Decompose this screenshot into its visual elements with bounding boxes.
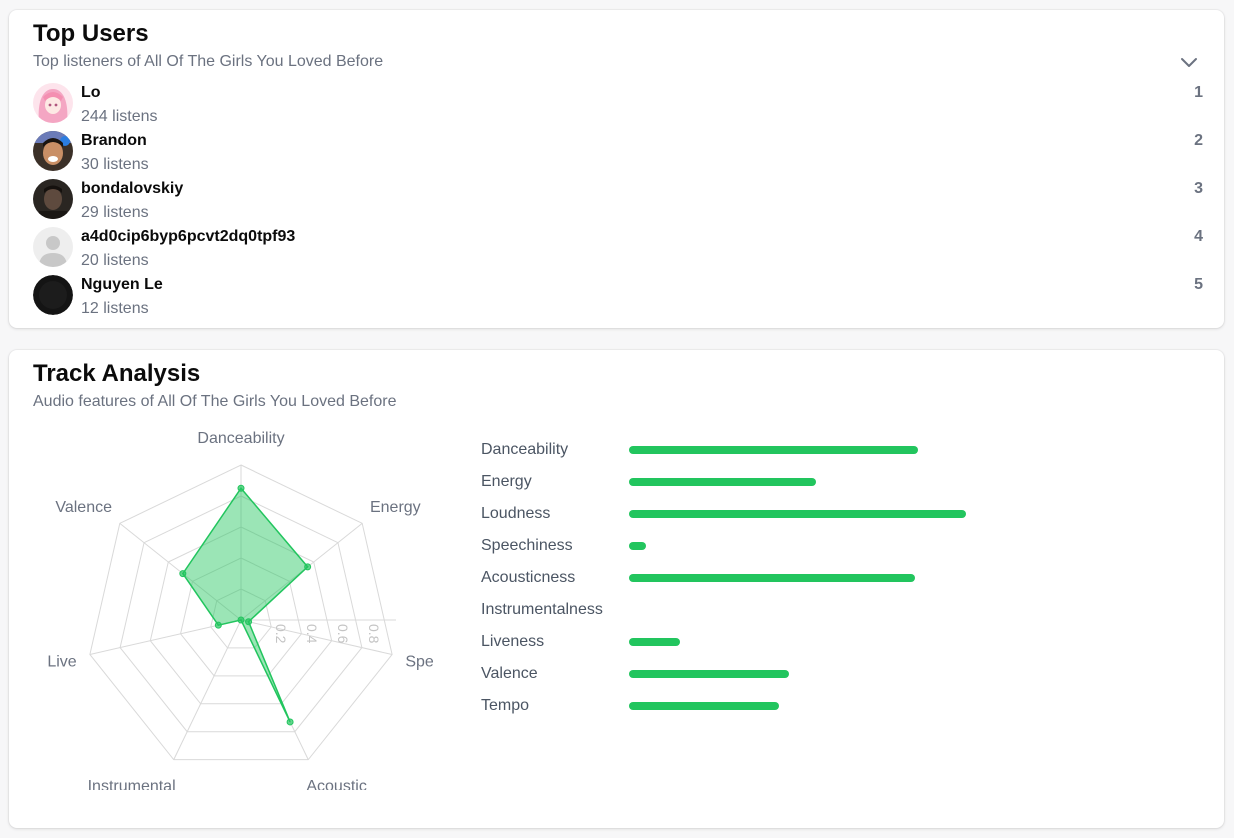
radar-data-point	[286, 718, 294, 726]
radar-data-point	[237, 616, 245, 624]
radar-tick-label: 0.4	[304, 624, 320, 644]
user-rank: 2	[1194, 132, 1203, 149]
track-analysis-title: Track Analysis	[33, 360, 201, 387]
photo-avatar[interactable]	[33, 179, 73, 219]
default-person-avatar[interactable]	[33, 227, 73, 267]
feature-bar-track	[629, 478, 969, 486]
top-users-card: Top Users Top listeners of All Of The Gi…	[9, 10, 1224, 328]
user-name[interactable]: Lo	[81, 83, 101, 103]
feature-bar-track	[629, 670, 969, 678]
feature-bar-track	[629, 542, 969, 550]
radar-data-point	[237, 484, 245, 492]
radar-tick-label: 0.6	[335, 624, 351, 644]
user-name[interactable]: bondalovskiy	[81, 179, 183, 199]
dark-avatar[interactable]	[33, 275, 73, 315]
feature-bar-fill	[629, 478, 816, 486]
user-listens: 20 listens	[81, 252, 149, 269]
feature-bar-label: Tempo	[481, 697, 530, 714]
track-analysis-subtitle: Audio features of All Of The Girls You L…	[33, 393, 397, 410]
feature-bar-fill	[629, 670, 789, 678]
photo-avatar[interactable]	[33, 131, 73, 171]
feature-bar-track	[629, 574, 969, 582]
user-row[interactable]: Brandon 30 listens 2	[33, 131, 1203, 177]
feature-bar-track	[629, 638, 969, 646]
radar-data-point	[214, 621, 222, 629]
user-row[interactable]: Lo 244 listens 1	[33, 83, 1203, 129]
radar-tick-label: 0.8	[366, 624, 382, 644]
feature-bar-label: Speechiness	[481, 537, 573, 554]
feature-bar-label: Liveness	[481, 633, 545, 650]
feature-bar-track	[629, 446, 969, 454]
feature-bar-label: Acousticness	[481, 569, 576, 586]
feature-bar-label: Loudness	[481, 505, 551, 522]
radar-axis-label: Valence	[55, 499, 112, 516]
feature-bar-fill	[629, 702, 779, 710]
feature-bar-track	[629, 510, 969, 518]
feature-bar-label: Energy	[481, 473, 532, 490]
feature-bar-fill	[629, 638, 680, 646]
user-row[interactable]: a4d0cip6byp6pcvt2dq0tpf93 20 listens 4	[33, 227, 1203, 273]
radar-axis-label: Speec	[405, 654, 433, 671]
anime-avatar[interactable]	[33, 83, 73, 123]
chevron-down-icon[interactable]	[1177, 50, 1201, 74]
track-analysis-card: Track Analysis Audio features of All Of …	[9, 350, 1224, 828]
user-listens: 244 listens	[81, 108, 158, 125]
user-row[interactable]: bondalovskiy 29 listens 3	[33, 179, 1203, 225]
top-users-title: Top Users	[33, 20, 149, 47]
user-row[interactable]: Nguyen Le 12 listens 5	[33, 275, 1203, 321]
feature-bar-track	[629, 702, 969, 710]
feature-bar-track	[629, 606, 969, 614]
radar-axis-label: Energy	[370, 499, 421, 516]
feature-bar-fill	[629, 574, 915, 582]
user-listens: 12 listens	[81, 300, 149, 317]
user-listens: 29 listens	[81, 204, 149, 221]
radar-data-area	[181, 487, 309, 723]
user-rank: 5	[1194, 276, 1203, 293]
radar-axis-label: Acoustic	[306, 778, 366, 790]
feature-bar-label: Danceability	[481, 441, 569, 458]
user-name[interactable]: a4d0cip6byp6pcvt2dq0tpf93	[81, 227, 295, 247]
user-rank: 1	[1194, 84, 1203, 101]
user-name[interactable]: Nguyen Le	[81, 275, 163, 295]
radar-tick-label: 0.2	[273, 624, 289, 644]
radar-axis-label: Instrumental	[88, 778, 176, 790]
top-users-subtitle: Top listeners of All Of The Girls You Lo…	[33, 53, 384, 70]
feature-bar-label: Instrumentalness	[481, 601, 603, 618]
feature-bar-fill	[629, 542, 646, 550]
feature-bar-fill	[629, 510, 966, 518]
radar-chart: 0.2 0.4 0.6 0.8 Danceability Energy Speec Acous…	[47, 430, 433, 790]
radar-data-point	[304, 563, 312, 571]
feature-bar-label: Valence	[481, 665, 538, 682]
user-listens: 30 listens	[81, 156, 149, 173]
radar-axis-label: Danceability	[197, 430, 284, 447]
user-rank: 3	[1194, 180, 1203, 197]
user-rank: 4	[1194, 228, 1203, 245]
feature-bar-fill	[629, 446, 918, 454]
radar-data-point	[179, 570, 187, 578]
radar-data-point	[245, 618, 253, 626]
radar-axis-label: Live	[47, 654, 76, 671]
radar-spoke	[173, 619, 242, 760]
user-name[interactable]: Brandon	[81, 131, 147, 151]
